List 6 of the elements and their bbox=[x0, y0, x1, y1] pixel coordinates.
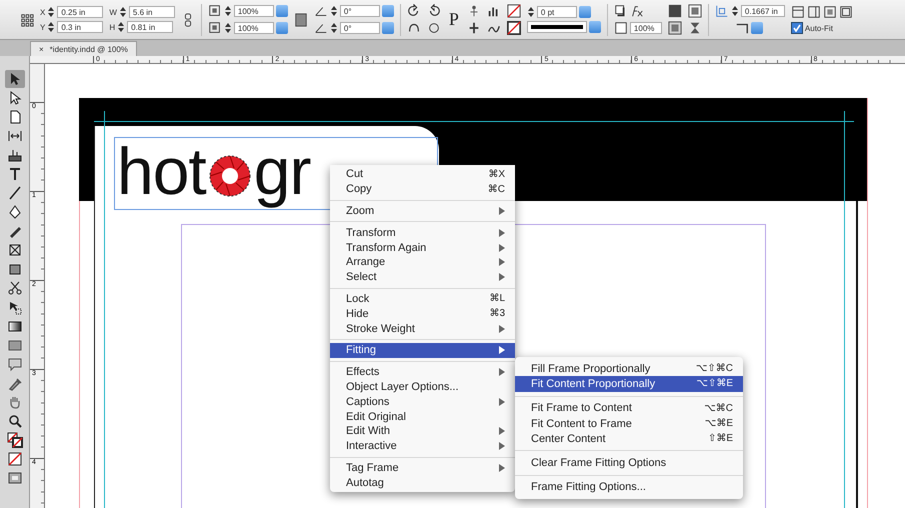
field-label: X bbox=[40, 8, 46, 16]
field-label: W bbox=[109, 8, 117, 16]
checkbox-label: Auto-Fit bbox=[804, 24, 833, 32]
field-label: Y bbox=[40, 22, 46, 32]
field-label: H bbox=[109, 22, 116, 32]
document-title: *identity.indd @ 100% bbox=[50, 44, 128, 54]
